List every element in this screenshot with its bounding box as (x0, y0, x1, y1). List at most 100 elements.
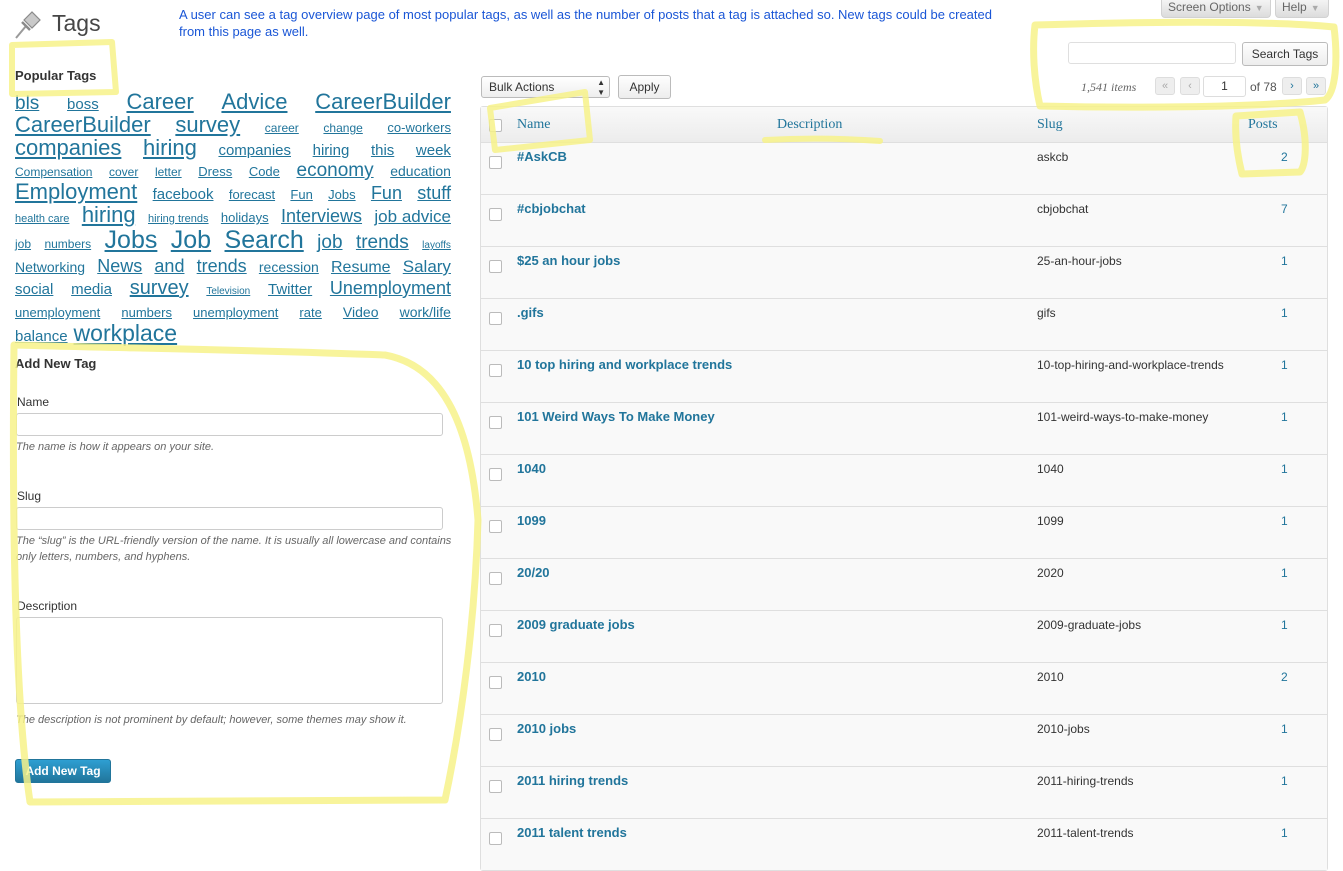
tag-cloud-link[interactable]: change (323, 118, 362, 138)
tag-posts-link[interactable]: 1 (1281, 462, 1288, 476)
last-page-button[interactable]: » (1306, 77, 1326, 95)
search-input[interactable] (1068, 42, 1236, 64)
tag-cloud-link[interactable]: job (317, 233, 342, 253)
row-checkbox[interactable] (489, 572, 502, 585)
row-checkbox[interactable] (489, 468, 502, 481)
tag-posts-link[interactable]: 1 (1281, 514, 1288, 528)
tag-cloud-link[interactable]: Code (249, 162, 280, 182)
tag-name-link[interactable]: 1040 (517, 461, 546, 476)
tag-posts-link[interactable]: 1 (1281, 618, 1288, 632)
apply-button[interactable]: Apply (618, 75, 671, 99)
tag-cloud-link[interactable]: trends (197, 256, 247, 276)
tag-cloud-link[interactable]: Search (225, 228, 304, 253)
tag-posts-link[interactable]: 1 (1281, 566, 1288, 580)
tag-name-link[interactable]: $25 an hour jobs (517, 253, 620, 268)
tag-slug-input[interactable] (16, 507, 443, 530)
current-page-input[interactable]: 1 (1203, 76, 1246, 97)
tag-cloud-link[interactable]: Video (343, 302, 379, 322)
tag-cloud-link[interactable]: Career (126, 91, 193, 113)
tag-cloud-link[interactable]: Twitter (268, 280, 312, 300)
tag-posts-link[interactable]: 1 (1281, 254, 1288, 268)
tag-cloud-link[interactable]: Salary (403, 257, 451, 277)
tag-name-link[interactable]: 20/20 (517, 565, 550, 580)
tag-cloud-link[interactable]: CareerBuilder (15, 114, 151, 136)
column-slug[interactable]: Slug (1037, 117, 1063, 133)
tag-cloud-link[interactable]: Fun (290, 185, 312, 205)
row-checkbox[interactable] (489, 416, 502, 429)
row-checkbox[interactable] (489, 312, 502, 325)
row-checkbox[interactable] (489, 832, 502, 845)
tag-cloud-link[interactable]: Employment (15, 181, 137, 203)
tag-cloud-link[interactable]: week (416, 141, 451, 161)
row-checkbox[interactable] (489, 676, 502, 689)
tag-cloud-link[interactable]: layoffs (422, 236, 451, 256)
tag-cloud-link[interactable]: workplace (74, 322, 178, 345)
tag-cloud-link[interactable]: media (71, 280, 112, 300)
row-checkbox[interactable] (489, 208, 502, 221)
tag-cloud-link[interactable]: health care (15, 209, 69, 229)
tag-description-textarea[interactable] (16, 617, 443, 704)
tag-cloud-link[interactable]: job (15, 234, 31, 254)
tag-cloud-link[interactable]: Interviews (281, 206, 362, 226)
tag-name-link[interactable]: 2011 hiring trends (517, 773, 628, 788)
row-checkbox[interactable] (489, 260, 502, 273)
prev-page-button[interactable]: ‹ (1180, 77, 1200, 95)
tag-cloud-link[interactable]: this (371, 141, 394, 161)
search-tags-button[interactable]: Search Tags (1242, 42, 1328, 66)
tag-posts-link[interactable]: 2 (1281, 670, 1288, 684)
tag-cloud-link[interactable]: work/life (400, 302, 451, 322)
column-posts[interactable]: Posts (1248, 117, 1278, 133)
tag-name-link[interactable]: 10 top hiring and workplace trends (517, 357, 732, 372)
tag-cloud-link[interactable]: Jobs (105, 228, 158, 253)
tag-cloud-link[interactable]: hiring (313, 141, 350, 161)
tag-posts-link[interactable]: 1 (1281, 774, 1288, 788)
tag-cloud-link[interactable]: economy (297, 161, 374, 181)
tag-cloud-link[interactable]: trends (356, 233, 409, 253)
tag-cloud-link[interactable]: career (265, 118, 299, 138)
tag-posts-link[interactable]: 1 (1281, 410, 1288, 424)
tag-cloud-link[interactable]: Job (171, 228, 211, 253)
add-new-tag-button[interactable]: Add New Tag (15, 759, 111, 783)
tag-posts-link[interactable]: 1 (1281, 826, 1288, 840)
tag-name-link[interactable]: 2011 talent trends (517, 825, 627, 840)
row-checkbox[interactable] (489, 520, 502, 533)
tag-cloud-link[interactable]: letter (155, 162, 182, 182)
tag-posts-link[interactable]: 2 (1281, 150, 1288, 164)
first-page-button[interactable]: « (1155, 77, 1175, 95)
tag-cloud-link[interactable]: Resume (331, 258, 391, 278)
tag-cloud-link[interactable]: unemployment (193, 303, 278, 323)
tag-cloud-link[interactable]: holidays (221, 208, 269, 228)
tag-cloud-link[interactable]: Unemployment (330, 278, 451, 298)
tag-cloud-link[interactable]: Fun (371, 183, 402, 203)
bulk-actions-select[interactable]: Bulk Actions ▲ ▼ (481, 76, 610, 98)
tag-cloud-link[interactable]: job advice (374, 207, 451, 227)
tag-name-link[interactable]: #cbjobchat (517, 201, 586, 216)
next-page-button[interactable]: › (1282, 77, 1302, 95)
tag-cloud-link[interactable]: Television (206, 282, 250, 302)
column-name[interactable]: Name (517, 117, 550, 133)
tag-cloud-link[interactable]: companies (218, 141, 291, 161)
tag-cloud-link[interactable]: News (97, 256, 142, 276)
tag-name-link[interactable]: #AskCB (517, 149, 567, 164)
tag-cloud-link[interactable]: recession (259, 257, 319, 277)
tag-name-link[interactable]: 2009 graduate jobs (517, 617, 635, 632)
select-all-checkbox[interactable] (489, 119, 502, 132)
tag-cloud-link[interactable]: facebook (153, 185, 214, 205)
tag-cloud-link[interactable]: balance (15, 327, 68, 347)
tag-cloud-link[interactable]: Dress (198, 162, 232, 182)
tag-name-link[interactable]: 2010 (517, 669, 546, 684)
help-tab[interactable]: Help ▼ (1275, 0, 1329, 18)
tag-cloud-link[interactable]: survey (175, 114, 240, 136)
tag-cloud-link[interactable]: education (390, 161, 451, 181)
tag-cloud-link[interactable]: Networking (15, 257, 85, 277)
tag-name-link[interactable]: 2010 jobs (517, 721, 576, 736)
tag-cloud-link[interactable]: bls (15, 94, 39, 114)
tag-cloud-link[interactable]: hiring (143, 137, 197, 159)
tag-cloud-link[interactable]: Advice (221, 91, 287, 113)
column-description[interactable]: Description (777, 117, 842, 133)
tag-name-link[interactable]: 101 Weird Ways To Make Money (517, 409, 715, 424)
row-checkbox[interactable] (489, 364, 502, 377)
row-checkbox[interactable] (489, 624, 502, 637)
tag-cloud-link[interactable]: CareerBuilder (315, 91, 451, 113)
tag-name-link[interactable]: 1099 (517, 513, 546, 528)
